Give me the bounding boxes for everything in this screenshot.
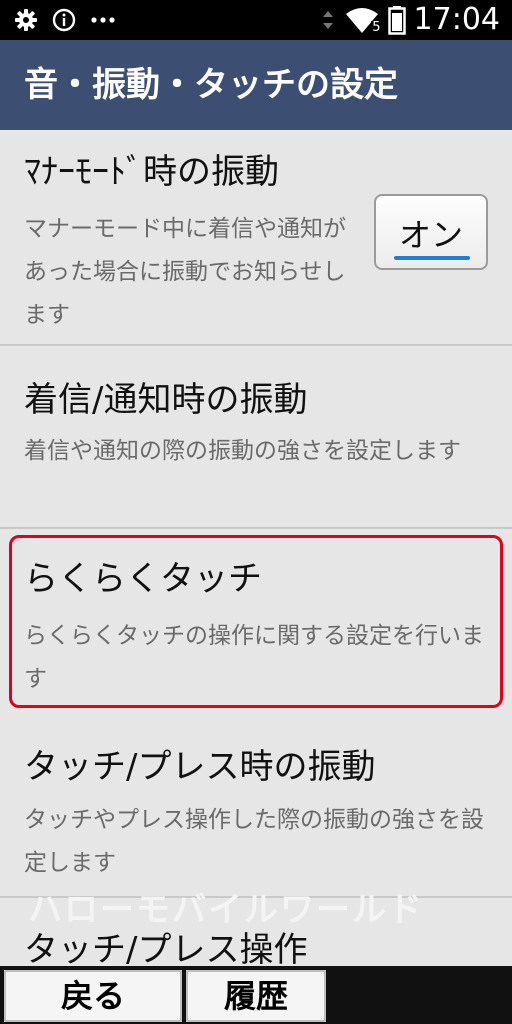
gear-icon xyxy=(14,8,38,32)
toggle-on-indicator xyxy=(394,256,470,260)
bottom-bar: 戻る 履歴 xyxy=(0,966,512,1024)
setting-item-raku-raku-touch[interactable]: らくらくタッチ らくらくタッチの操作に関する設定を行います xyxy=(0,529,512,715)
setting-description: らくらくタッチの操作に関する設定を行います xyxy=(24,623,484,692)
setting-item-touch-press-vibration[interactable]: タッチ/プレス時の振動 タッチやプレス操作した際の振動の強さを設定します xyxy=(0,715,512,898)
setting-title: タッチ/プレス時の振動 xyxy=(24,747,376,787)
page-title: 音・振動・タッチの設定 xyxy=(24,65,398,105)
history-button[interactable]: 履歴 xyxy=(186,970,326,1022)
status-bar-right: 5 17:04 xyxy=(320,4,500,36)
setting-item-touch-press-operation[interactable]: タッチ/プレス操作 xyxy=(0,898,512,966)
setting-description: マナーモード中に着信や通知があった場合に振動でお知らせします xyxy=(24,216,346,328)
battery-icon xyxy=(387,5,406,35)
setting-title: らくらくタッチ xyxy=(24,559,262,599)
info-icon xyxy=(52,8,76,32)
clock: 17:04 xyxy=(413,2,500,37)
setting-title: タッチ/プレス操作 xyxy=(24,930,308,966)
vibrate-icon xyxy=(320,8,336,32)
more-icon xyxy=(90,8,116,32)
status-bar: 5 17:04 xyxy=(0,0,512,40)
wifi-icon: 5 xyxy=(344,6,382,35)
app-header: 音・振動・タッチの設定 xyxy=(0,40,512,130)
setting-item-call-notification-vibration[interactable]: 着信/通知時の振動 着信や通知の際の振動の強さを設定します xyxy=(0,346,512,529)
setting-description: タッチやプレス操作した際の振動の強さを設定します xyxy=(24,807,484,876)
setting-description: 着信や通知の際の振動の強さを設定します xyxy=(24,438,461,464)
settings-list: ﾏﾅｰﾓｰﾄﾞ時の振動 マナーモード中に着信や通知があった場合に振動でお知らせし… xyxy=(0,130,512,966)
setting-title: 着信/通知時の振動 xyxy=(24,380,308,420)
back-button[interactable]: 戻る xyxy=(4,970,182,1022)
toggle-label: オン xyxy=(398,216,463,254)
setting-item-silent-mode-vibration[interactable]: ﾏﾅｰﾓｰﾄﾞ時の振動 マナーモード中に着信や通知があった場合に振動でお知らせし… xyxy=(0,130,512,346)
toggle-button[interactable]: オン xyxy=(374,194,488,270)
status-bar-left xyxy=(14,4,116,36)
wifi-badge: 5 xyxy=(371,20,382,35)
setting-title: ﾏﾅｰﾓｰﾄﾞ時の振動 xyxy=(24,152,279,192)
